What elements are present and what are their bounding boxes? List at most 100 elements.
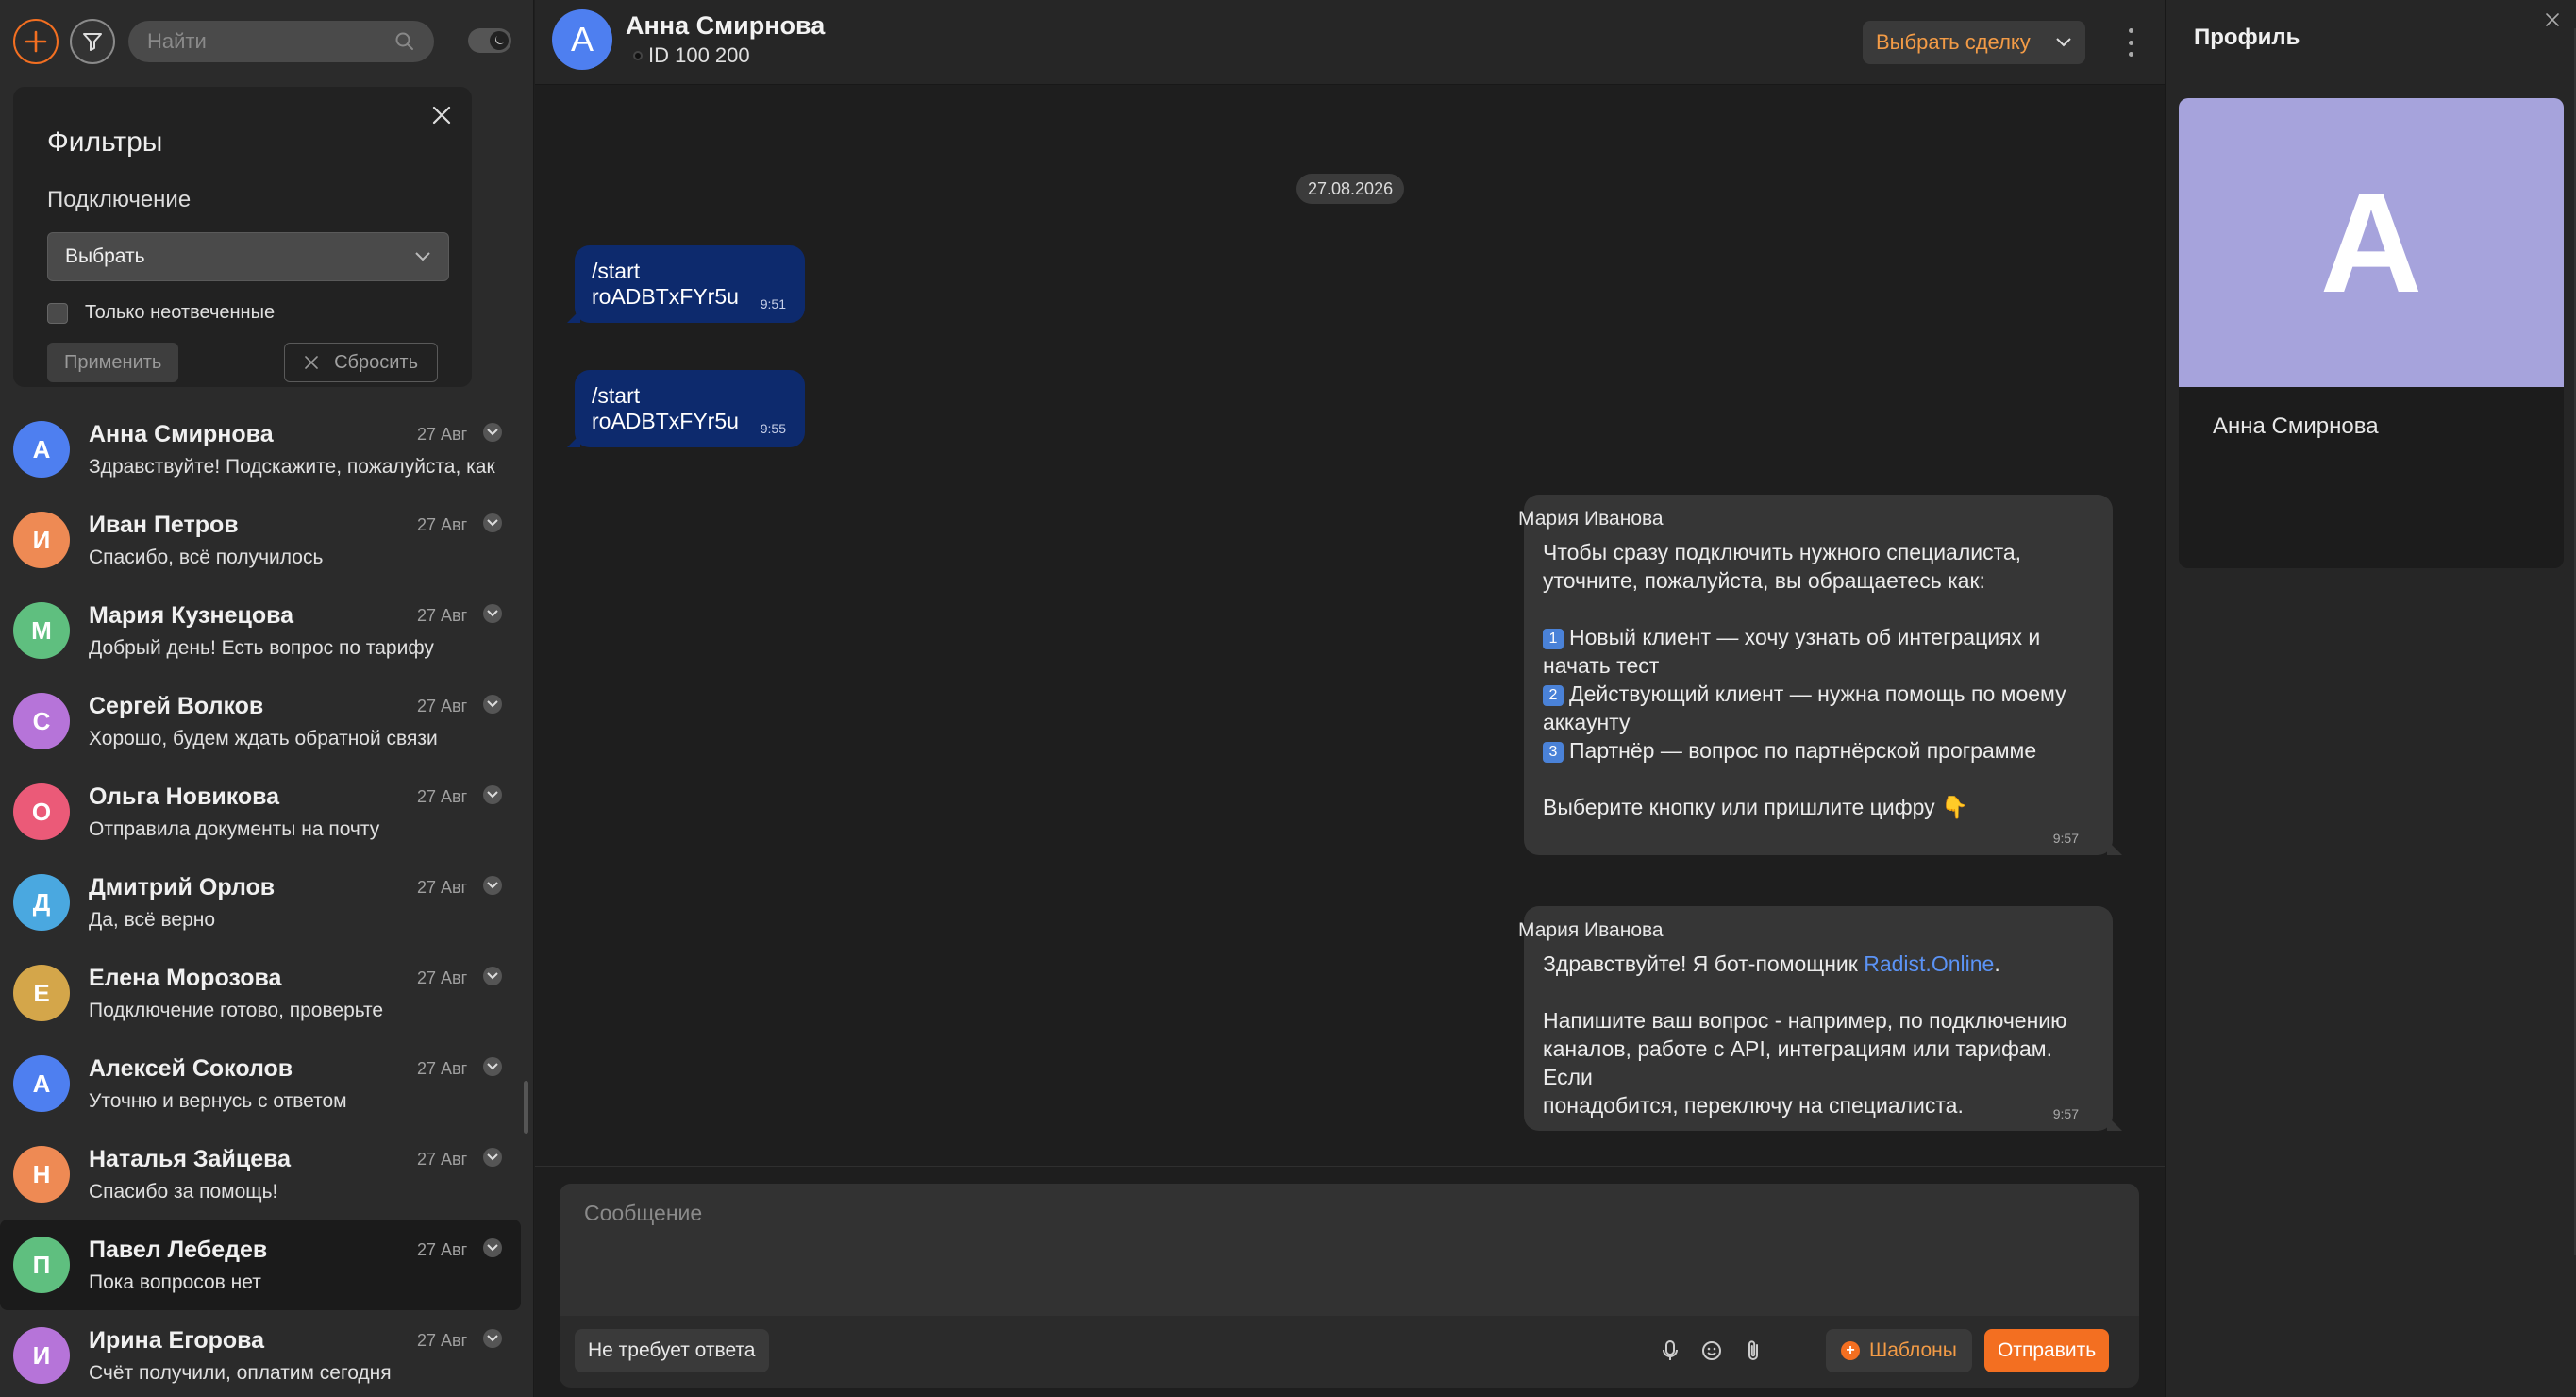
chevron-down-icon[interactable] xyxy=(483,1057,502,1076)
message-text: Здравствуйте! Я бот-помощник Radist.Onli… xyxy=(1543,950,2094,1119)
message-body: Напишите ваш вопрос - например, по подкл… xyxy=(1543,1008,2067,1118)
avatar: Н xyxy=(13,1146,70,1203)
templates-button[interactable]: + Шаблоны xyxy=(1826,1329,1972,1372)
avatar: И xyxy=(13,1327,70,1384)
contact-name: Анна Смирнова xyxy=(626,11,826,40)
message-input[interactable] xyxy=(560,1184,2139,1316)
option-text: Новый клиент — хочу узнать об интеграция… xyxy=(1543,625,2041,678)
chat-date: 27 Авг xyxy=(417,1331,468,1350)
select-deal-label: Выбрать сделку xyxy=(1876,30,2031,54)
close-icon xyxy=(305,356,318,369)
reset-filters-label: Сбросить xyxy=(334,351,418,373)
message-area: 27.08.2026 /start roADBTxFYr5u 9:51 /sta… xyxy=(535,85,2165,1166)
select-deal-dropdown[interactable]: Выбрать сделку xyxy=(1863,21,2085,64)
app-root: Фильтры Подключение Выбрать Только неотв… xyxy=(0,0,2576,1397)
profile-close-button[interactable] xyxy=(2540,8,2565,32)
chevron-down-icon[interactable] xyxy=(483,695,502,714)
chat-preview: Уточню и вернусь с ответом xyxy=(89,1089,347,1112)
chat-item-body: Алексей Соколов Уточню и вернусь с ответо… xyxy=(89,1055,547,1113)
connection-select[interactable]: Выбрать xyxy=(47,232,449,281)
chat-list-item[interactable]: И Ирина Егорова Счёт получили, оплатим сег… xyxy=(0,1310,528,1397)
chat-name: Ольга Новикова xyxy=(89,783,280,810)
chat-date: 27 Авг xyxy=(417,1240,468,1259)
chat-date: 27 Авг xyxy=(417,425,468,444)
message-time: 9:57 xyxy=(2052,831,2079,846)
chat-date: 27 Авг xyxy=(417,968,468,987)
incoming-message[interactable]: Мария Иванова Здравствуйте! Я бот-помощн… xyxy=(1518,906,2122,1131)
outgoing-message[interactable]: /start roADBTxFYr5u 9:51 xyxy=(567,245,805,323)
chat-list-item[interactable]: Д Дмитрий Орлов Да, всё верно 27 Авг xyxy=(0,857,528,948)
chat-list-item[interactable]: Н Наталья Зайцева Спасибо за помощь! 27 Авг xyxy=(0,1129,528,1220)
outgoing-message[interactable]: /start roADBTxFYr5u 9:55 xyxy=(567,370,805,447)
search-box xyxy=(128,21,434,62)
chevron-down-icon[interactable] xyxy=(483,785,502,804)
no-reply-button[interactable]: Не требует ответа xyxy=(575,1329,769,1372)
connection-label: Подключение xyxy=(47,187,192,212)
theme-toggle[interactable] xyxy=(468,28,511,53)
chevron-down-icon[interactable] xyxy=(483,513,502,532)
message-text: /start roADBTxFYr5u xyxy=(592,383,739,433)
chat-date: 27 Авг xyxy=(417,787,468,806)
chat-panel: А Анна Смирнова ID 100 200 Выбрать сделк… xyxy=(535,0,2165,1397)
chevron-down-icon[interactable] xyxy=(483,967,502,985)
filters-actions: Применить Сбросить xyxy=(47,343,438,382)
message-outro: Выберите кнопку или пришлите цифру 👇 xyxy=(1543,795,1968,819)
chat-name: Анна Смирнова xyxy=(89,420,274,447)
plus-icon: + xyxy=(1841,1341,1860,1360)
chat-name: Мария Кузнецова xyxy=(89,601,294,629)
contact-id: ID 100 200 xyxy=(633,43,750,68)
filter-icon xyxy=(83,33,102,51)
search-input[interactable] xyxy=(147,29,374,54)
avatar: С xyxy=(13,693,70,749)
chat-date: 27 Авг xyxy=(417,1150,468,1169)
unanswered-row: Только неотвеченные xyxy=(47,302,438,324)
chat-list-scrollbar[interactable] xyxy=(524,1081,528,1134)
voice-icon[interactable] xyxy=(1656,1337,1684,1365)
chevron-down-icon[interactable] xyxy=(483,604,502,623)
date-separator: 27.08.2026 xyxy=(1296,174,1405,204)
chat-list: А Анна Смирнова Здравствуйте! Подскажите, … xyxy=(0,404,528,1397)
chat-list-item[interactable]: П Павел Лебедев Пока вопросов нет 27 Авг xyxy=(0,1220,521,1310)
chat-list-item[interactable]: М Мария Кузнецова Добрый день! Есть вопрос… xyxy=(0,585,528,676)
incoming-message[interactable]: Мария Иванова Чтобы сразу подключить нуж… xyxy=(1518,495,2122,855)
avatar[interactable]: А xyxy=(552,9,612,70)
contact-id-text: ID 100 200 xyxy=(648,43,750,67)
chat-header: А Анна Смирнова ID 100 200 Выбрать сделк… xyxy=(535,0,2165,85)
chevron-down-icon[interactable] xyxy=(483,1329,502,1348)
chat-list-item[interactable]: Е Елена Морозова Подключение готово, прове… xyxy=(0,948,528,1038)
chat-name: Наталья Зайцева xyxy=(89,1145,292,1172)
message-text: Чтобы сразу подключить нужного специалис… xyxy=(1543,538,2094,821)
reset-filters-button[interactable]: Сбросить xyxy=(284,343,438,382)
chat-item-body: Павел Лебедев Пока вопросов нет xyxy=(89,1237,547,1294)
add-chat-button[interactable] xyxy=(13,19,59,64)
chevron-down-icon[interactable] xyxy=(483,1238,502,1257)
emoji-icon[interactable] xyxy=(1698,1337,1726,1365)
chevron-down-icon[interactable] xyxy=(483,1148,502,1167)
chat-item-body: Наталья Зайцева Спасибо за помощь! xyxy=(89,1146,547,1203)
chat-list-item[interactable]: О Ольга Новикова Отправила документы на по… xyxy=(0,766,528,857)
chat-item-body: Ольга Новикова Отправила документы на поч… xyxy=(89,783,547,841)
chat-preview: Пока вопросов нет xyxy=(89,1271,261,1293)
connection-select-value: Выбрать xyxy=(65,245,145,267)
radist-link[interactable]: Radist.Online xyxy=(1864,951,1994,976)
sidebar: Фильтры Подключение Выбрать Только неотв… xyxy=(0,0,534,1397)
chat-list-item[interactable]: А Анна Смирнова Здравствуйте! Подскажите, … xyxy=(0,404,528,495)
profile-avatar: А xyxy=(2179,98,2564,387)
send-button[interactable]: Отправить xyxy=(1984,1329,2110,1372)
chat-list-item[interactable]: А Алексей Соколов Уточню и вернусь с ответ… xyxy=(0,1038,528,1129)
filter-button[interactable] xyxy=(70,19,115,64)
avatar: А xyxy=(13,1055,70,1112)
unanswered-checkbox[interactable] xyxy=(47,302,68,324)
chevron-down-icon[interactable] xyxy=(483,423,502,442)
chat-list-item[interactable]: И Иван Петров Спасибо, всё получилось 27 Ав… xyxy=(0,495,528,585)
chat-list-item[interactable]: С Сергей Волков Хорошо, будем ждать обратн… xyxy=(0,676,528,766)
search-icon[interactable] xyxy=(394,31,415,52)
chevron-down-icon[interactable] xyxy=(483,876,502,895)
chat-name: Алексей Соколов xyxy=(89,1054,293,1082)
attach-icon[interactable] xyxy=(1739,1337,1767,1365)
more-options-button[interactable] xyxy=(2116,25,2145,60)
message-intro: Чтобы сразу подключить нужного специалис… xyxy=(1543,540,2022,593)
close-icon xyxy=(2546,13,2559,26)
apply-filters-button[interactable]: Применить xyxy=(47,343,179,382)
filters-close-button[interactable] xyxy=(423,96,460,134)
